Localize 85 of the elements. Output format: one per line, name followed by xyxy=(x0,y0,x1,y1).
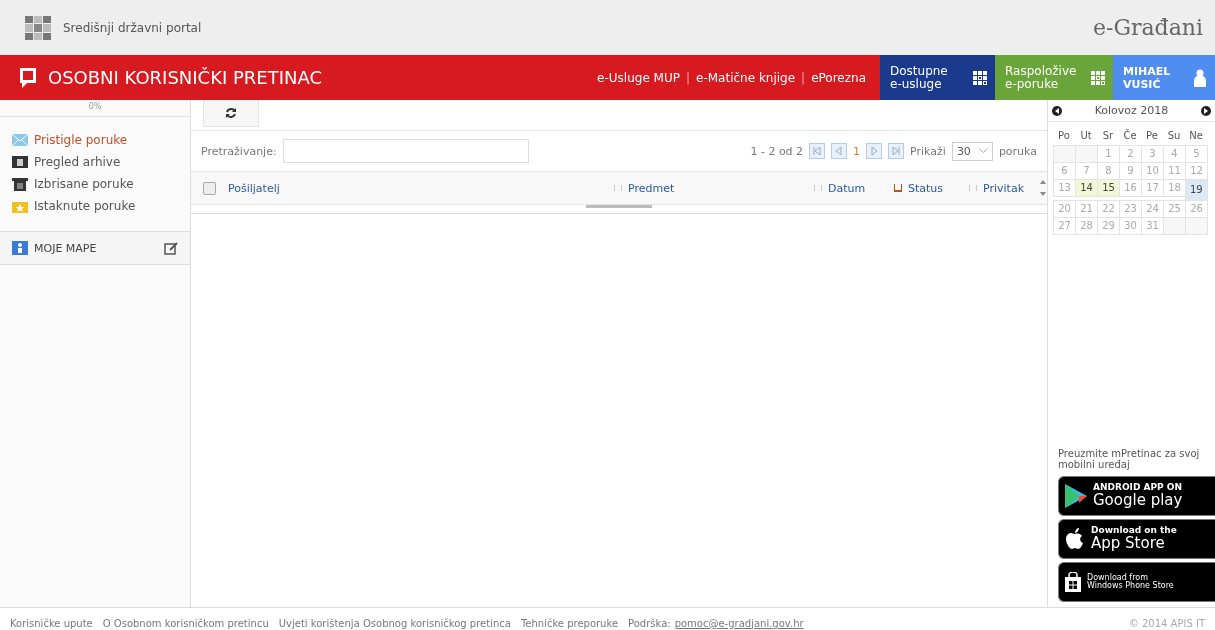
previous-page-icon xyxy=(835,147,844,155)
page-size-dropdown[interactable]: 30 xyxy=(951,141,993,161)
next-page-button[interactable] xyxy=(866,143,883,159)
per-page-label: poruka xyxy=(998,144,1037,158)
link-separator: | xyxy=(685,70,690,85)
starred-folder-icon xyxy=(12,199,28,213)
edit-icon xyxy=(164,241,178,255)
header-link[interactable]: ePorezna xyxy=(811,70,866,85)
sidebar-item[interactable]: Pregled arhive xyxy=(0,151,190,173)
calendar-day[interactable]: 19 xyxy=(1185,179,1208,201)
footer-link[interactable]: Tehničke preporuke xyxy=(520,617,619,629)
sidebar-item[interactable]: Istaknute poruke xyxy=(0,195,190,217)
next-month-button[interactable] xyxy=(1201,105,1211,116)
refresh-icon xyxy=(225,107,237,119)
support-email-link[interactable]: pomoc@e-gradjani.gov.hr xyxy=(674,617,804,629)
sidebar-item[interactable]: Pristigle poruke xyxy=(0,129,190,151)
first-page-button[interactable] xyxy=(809,143,826,159)
user-tile[interactable]: MIHAEL VUSIĆ xyxy=(1113,55,1215,100)
caret-right-icon xyxy=(1203,107,1209,114)
grid-icon xyxy=(973,70,987,85)
first-page-icon xyxy=(813,147,822,155)
calendar-day[interactable]: 20 xyxy=(1053,200,1076,218)
menu-tile[interactable]: Dostupne e-usluge xyxy=(880,55,995,100)
footer-link[interactable]: Korisničke upute xyxy=(10,617,93,629)
link-separator: | xyxy=(801,70,806,85)
caret-left-icon xyxy=(1054,107,1060,114)
brand-name: e-Građani xyxy=(1092,15,1203,40)
weekday-label: Po xyxy=(1057,129,1071,143)
previous-month-button[interactable] xyxy=(1052,105,1062,116)
page-range: 1 - 2 od 2 xyxy=(750,144,804,158)
shopping-bag-icon xyxy=(1065,572,1081,592)
page-number: 1 xyxy=(853,144,861,158)
search-field[interactable] xyxy=(282,139,529,163)
portal-logo-icon xyxy=(25,15,51,40)
column-header[interactable]: Datum xyxy=(828,181,866,195)
column-header[interactable]: Status xyxy=(908,181,944,195)
calendar-day[interactable]: 14 xyxy=(1075,179,1098,197)
copyright-text: © 2014 APIS IT xyxy=(1128,617,1205,629)
menu-tile[interactable]: Raspoložive e-poruke xyxy=(995,55,1113,100)
store-badge[interactable]: Download from Windows Phone Store xyxy=(1058,562,1215,602)
person-icon xyxy=(1193,68,1207,87)
scrollbar-thumb[interactable] xyxy=(586,205,652,208)
weekday-label: Pe xyxy=(1145,129,1159,143)
header-link[interactable]: e-Matične knjige xyxy=(696,70,796,85)
show-label: Prikaži xyxy=(910,144,946,158)
search-label: Pretraživanje: xyxy=(201,144,277,158)
apple-icon xyxy=(1065,527,1085,551)
refresh-button[interactable] xyxy=(203,100,259,127)
calendar-month: Kolovoz 2018 xyxy=(1094,104,1169,117)
person-folder-icon xyxy=(12,240,28,256)
calendar-day[interactable]: 27 xyxy=(1053,217,1076,235)
grid-icon xyxy=(1091,70,1105,85)
folders-header[interactable]: MOJE MAPE xyxy=(0,231,190,265)
app-title: OSOBNI KORISNIČKI PRETINAC xyxy=(48,67,323,88)
weekday-label: Sr xyxy=(1101,129,1115,143)
select-all-checkbox[interactable] xyxy=(203,181,216,195)
archive-icon xyxy=(12,155,28,169)
store-badge[interactable]: Download on the App Store xyxy=(1058,519,1215,559)
chevron-down-icon xyxy=(978,148,988,154)
weekday-label: Če xyxy=(1122,128,1138,143)
envelope-icon xyxy=(12,133,28,147)
store-badge[interactable]: ANDROID APP ON Google play xyxy=(1058,476,1215,516)
weekday-label: Su xyxy=(1166,129,1182,143)
header-link[interactable]: e-Usluge MUP xyxy=(597,70,680,85)
calendar-day[interactable]: 5 xyxy=(1185,145,1208,163)
column-header[interactable]: Privitak xyxy=(983,181,1024,195)
support-label: Podrška: xyxy=(628,617,671,629)
next-page-icon xyxy=(870,147,879,155)
column-header[interactable]: Pošiljatelj xyxy=(228,181,280,195)
speech-bubble-icon xyxy=(18,65,38,90)
column-header[interactable]: Predmet xyxy=(628,181,675,195)
progress-label: 0% xyxy=(0,100,190,117)
app-download-text: Preuzmite mPretinac za svoj mobilni uređaj xyxy=(1058,448,1201,470)
footer-link[interactable]: Uvjeti korištenja Osobnog korisničkog pretinca xyxy=(278,617,511,629)
footer-link[interactable]: O Osobnom korisničkom pretincu xyxy=(102,617,269,629)
weekday-label: Ne xyxy=(1188,129,1204,143)
portal-name[interactable]: Središnji državni portal xyxy=(63,20,1093,35)
last-page-button[interactable] xyxy=(888,143,905,159)
weekday-label: Ut xyxy=(1079,129,1093,143)
trash-icon xyxy=(12,177,28,191)
play-triangle-icon xyxy=(1065,484,1087,508)
calendar-day[interactable]: 15 xyxy=(1097,179,1120,197)
sidebar-item[interactable]: Izbrisane poruke xyxy=(0,173,190,195)
previous-page-button[interactable] xyxy=(831,143,848,159)
last-page-icon xyxy=(892,147,901,155)
